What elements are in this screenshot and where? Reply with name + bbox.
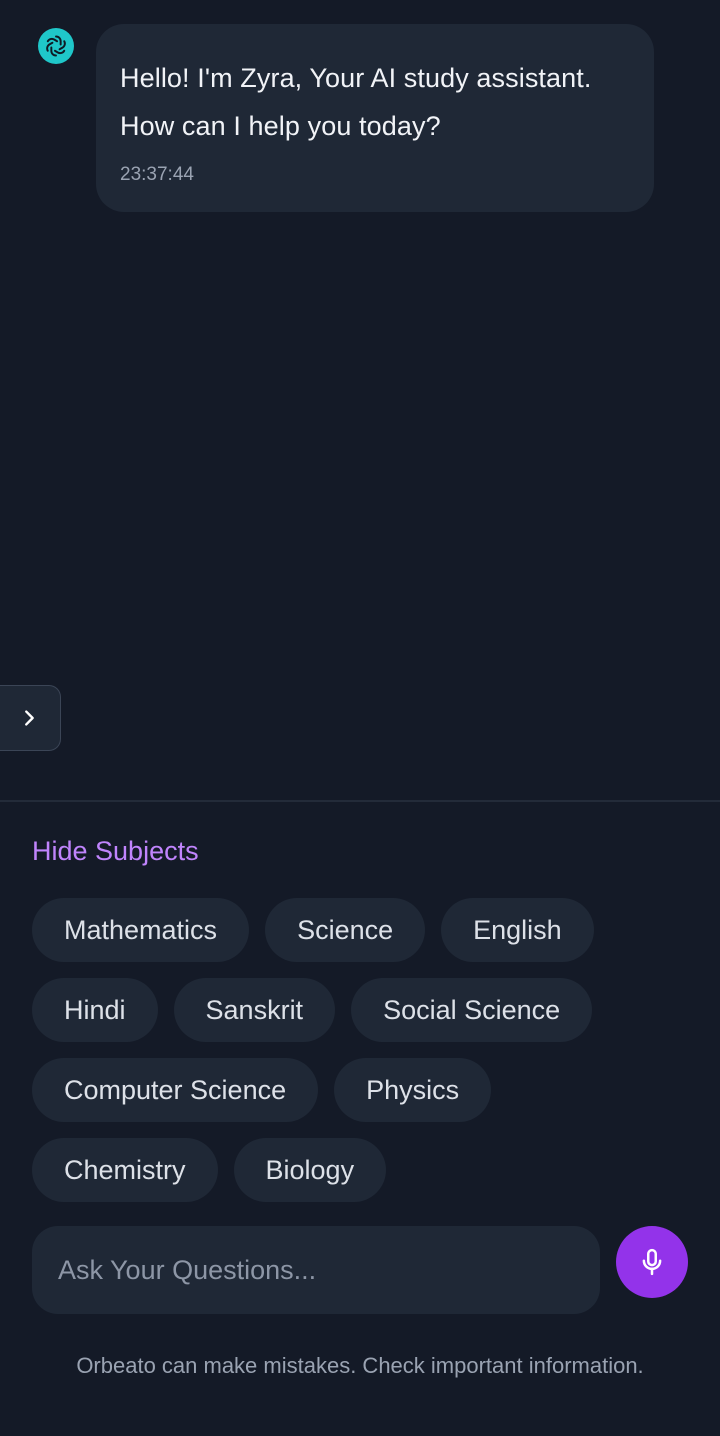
subject-chip-science[interactable]: Science bbox=[265, 898, 426, 962]
subject-chip-biology[interactable]: Biology bbox=[233, 1138, 387, 1202]
composer-divider bbox=[0, 800, 720, 802]
subject-chip-computer-science[interactable]: Computer Science bbox=[32, 1058, 319, 1122]
assistant-message-text: Hello! I'm Zyra, Your AI study assistant… bbox=[120, 63, 592, 141]
subject-chip-sanskrit[interactable]: Sanskrit bbox=[173, 978, 336, 1042]
sidebar-toggle-button[interactable] bbox=[0, 685, 61, 751]
question-input-box[interactable] bbox=[32, 1226, 600, 1314]
chat-page: Hello! I'm Zyra, Your AI study assistant… bbox=[0, 0, 720, 1436]
chevron-right-icon bbox=[25, 710, 34, 726]
microphone-icon bbox=[642, 1248, 662, 1276]
disclaimer-text: Orbeato can make mistakes. Check importa… bbox=[76, 1353, 644, 1378]
subject-chip-physics[interactable]: Physics bbox=[334, 1058, 492, 1122]
subject-chip-mathematics[interactable]: Mathematics bbox=[32, 898, 250, 962]
assistant-message-bubble: Hello! I'm Zyra, Your AI study assistant… bbox=[96, 24, 654, 212]
subject-chip-hindi[interactable]: Hindi bbox=[32, 978, 158, 1042]
subject-chip-chemistry[interactable]: Chemistry bbox=[32, 1138, 218, 1202]
subject-chip-social-science[interactable]: Social Science bbox=[351, 978, 593, 1042]
question-input[interactable] bbox=[56, 1253, 576, 1287]
hide-subjects-toggle[interactable]: Hide Subjects bbox=[32, 836, 199, 867]
assistant-avatar bbox=[38, 28, 74, 64]
subject-chip-list: Mathematics Science English Hindi Sanskr… bbox=[32, 898, 692, 1202]
openai-knot-icon bbox=[46, 35, 66, 57]
message-timestamp: 23:37:44 bbox=[120, 164, 194, 185]
subject-chip-english[interactable]: English bbox=[441, 898, 594, 962]
microphone-button[interactable] bbox=[616, 1226, 688, 1298]
